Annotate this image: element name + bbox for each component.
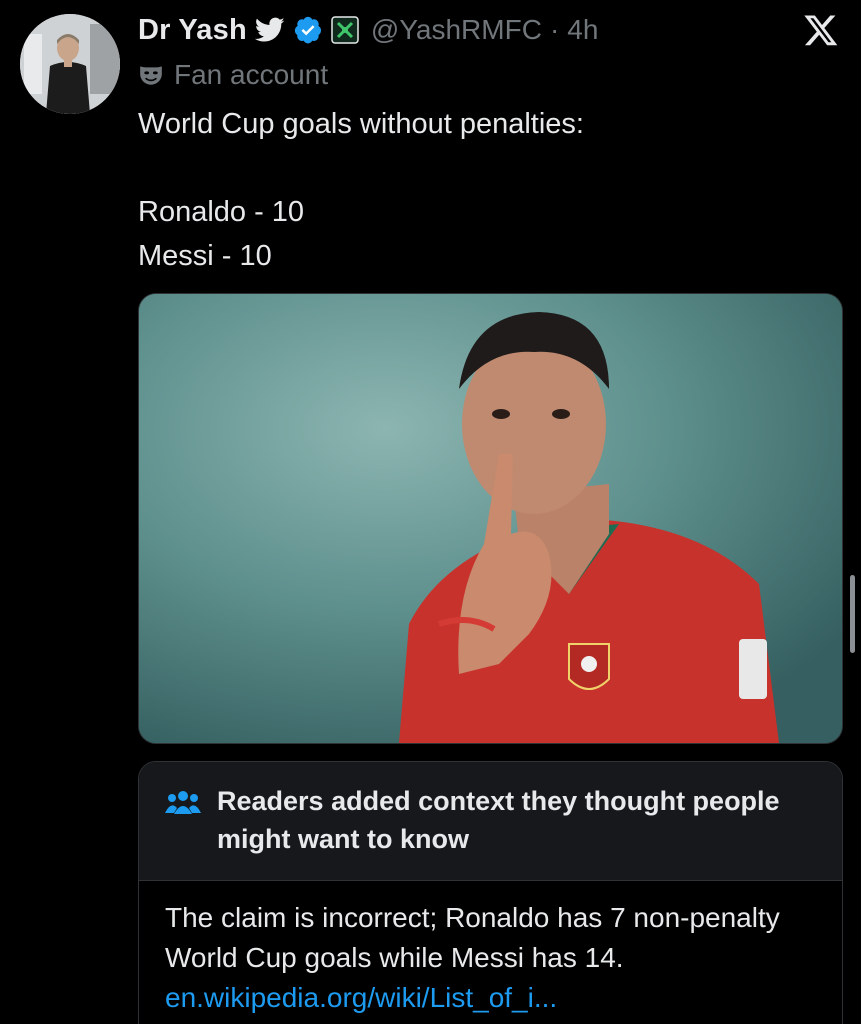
community-note-text: The claim is incorrect; Ronaldo has 7 no… — [165, 902, 780, 973]
fan-mask-icon — [138, 62, 164, 88]
handle[interactable]: @YashRMFC — [371, 14, 542, 46]
people-icon — [165, 788, 201, 823]
tweet-text: World Cup goals without penalties: Ronal… — [138, 102, 828, 278]
community-note[interactable]: Readers added context they thought peopl… — [138, 761, 843, 1024]
verified-badge-icon[interactable] — [293, 15, 323, 45]
display-name[interactable]: Dr Yash — [138, 14, 247, 47]
twitter-bird-icon — [254, 17, 285, 43]
affiliate-badge-icon[interactable] — [331, 16, 359, 44]
community-note-link[interactable]: en.wikipedia.org/wiki/List_of_i... — [165, 982, 557, 1013]
tweet-screen: Dr Yash @YashRMFC · 4h Fan account World… — [0, 0, 861, 1024]
scrollbar[interactable] — [850, 575, 855, 653]
x-logo-icon[interactable] — [803, 12, 839, 48]
timestamp[interactable]: 4h — [567, 14, 598, 46]
community-note-title: Readers added context they thought peopl… — [217, 786, 780, 854]
separator-dot: · — [549, 14, 560, 45]
tweet-line: World Cup goals without penalties: — [138, 108, 584, 140]
tweet-line: Messi - 10 — [138, 240, 272, 272]
avatar[interactable] — [20, 14, 120, 114]
community-note-body: The claim is incorrect; Ronaldo has 7 no… — [165, 898, 825, 1018]
community-note-header: Readers added context they thought peopl… — [139, 762, 842, 881]
tweet-header: Dr Yash @YashRMFC · 4h — [138, 10, 598, 50]
tweet-media-photo[interactable] — [138, 293, 843, 744]
fan-account-text: Fan account — [174, 59, 329, 90]
tweet-line: Ronaldo - 10 — [138, 196, 305, 228]
fan-account-label: Fan account — [138, 57, 328, 93]
